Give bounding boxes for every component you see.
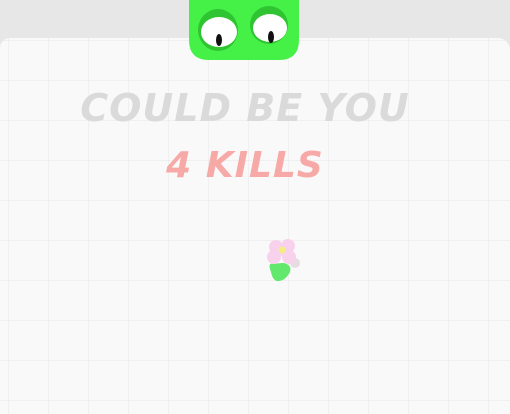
game-viewport: COULD BE YOU 4 KILLS <box>0 0 510 414</box>
pink-flower-icon[interactable] <box>264 238 304 284</box>
right-eye-icon <box>250 6 288 44</box>
headline-could-be-you: COULD BE YOU <box>80 86 410 130</box>
kill-count-text: 4 KILLS <box>166 145 324 186</box>
left-eye-icon <box>198 9 238 51</box>
player-blob-icon <box>189 0 299 60</box>
